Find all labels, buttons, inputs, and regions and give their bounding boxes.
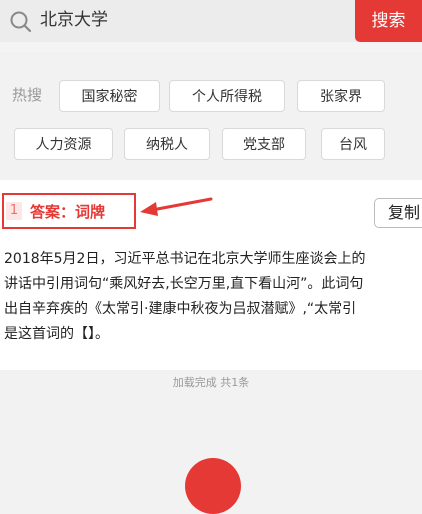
arrow-annotation-icon (140, 197, 213, 216)
hot-tag[interactable]: 张家界 (297, 80, 385, 112)
search-button[interactable]: 搜索 (355, 0, 422, 42)
hot-search-label: 热搜 (12, 86, 43, 104)
hot-tag[interactable]: 个人所得税 (169, 80, 285, 112)
load-status-text: 加载完成 共1条 (172, 376, 250, 389)
result-index-badge: 1 (6, 202, 22, 220)
floating-action-button[interactable] (185, 458, 241, 514)
result-body-line: 出自辛弃疾的《太常引·建康中秋夜为吕叔潜赋》,“太常引 (4, 301, 357, 317)
hot-tag[interactable]: 党支部 (222, 128, 306, 160)
search-icon (10, 11, 32, 33)
answer-highlight-box: 1 答案：词牌 (2, 193, 136, 229)
hot-search-panel: 热搜 国家秘密 个人所得税 张家界 人力资源 纳税人 党支部 台风 (0, 60, 422, 172)
header-bar: 北京大学 搜索 (0, 0, 422, 52)
answer-text: 答案：词牌 (30, 203, 106, 221)
hot-tag[interactable]: 国家秘密 (59, 80, 160, 112)
result-body-line: 是这首词的【】。 (4, 326, 109, 342)
hot-tag[interactable]: 台风 (321, 128, 385, 160)
hot-tag[interactable]: 纳税人 (124, 128, 210, 160)
result-body-line: 2018年5月2日，习近平总书记在北京大学师生座谈会上的 (4, 251, 366, 267)
copy-button[interactable]: 复制 (374, 198, 422, 228)
result-card: 1 答案：词牌 复制 2018年5月2日，习近平总书记在北京大学师生座谈会上的 … (0, 180, 422, 370)
result-body-line: 讲话中引用词句“乘风好去,长空万里,直下看山河”。此词句 (4, 276, 364, 292)
hot-tag[interactable]: 人力资源 (14, 128, 113, 160)
result-body-text: 2018年5月2日，习近平总书记在北京大学师生座谈会上的 讲话中引用词句“乘风好… (4, 247, 422, 347)
search-input[interactable]: 北京大学 (0, 0, 357, 42)
search-query-text: 北京大学 (40, 10, 108, 30)
